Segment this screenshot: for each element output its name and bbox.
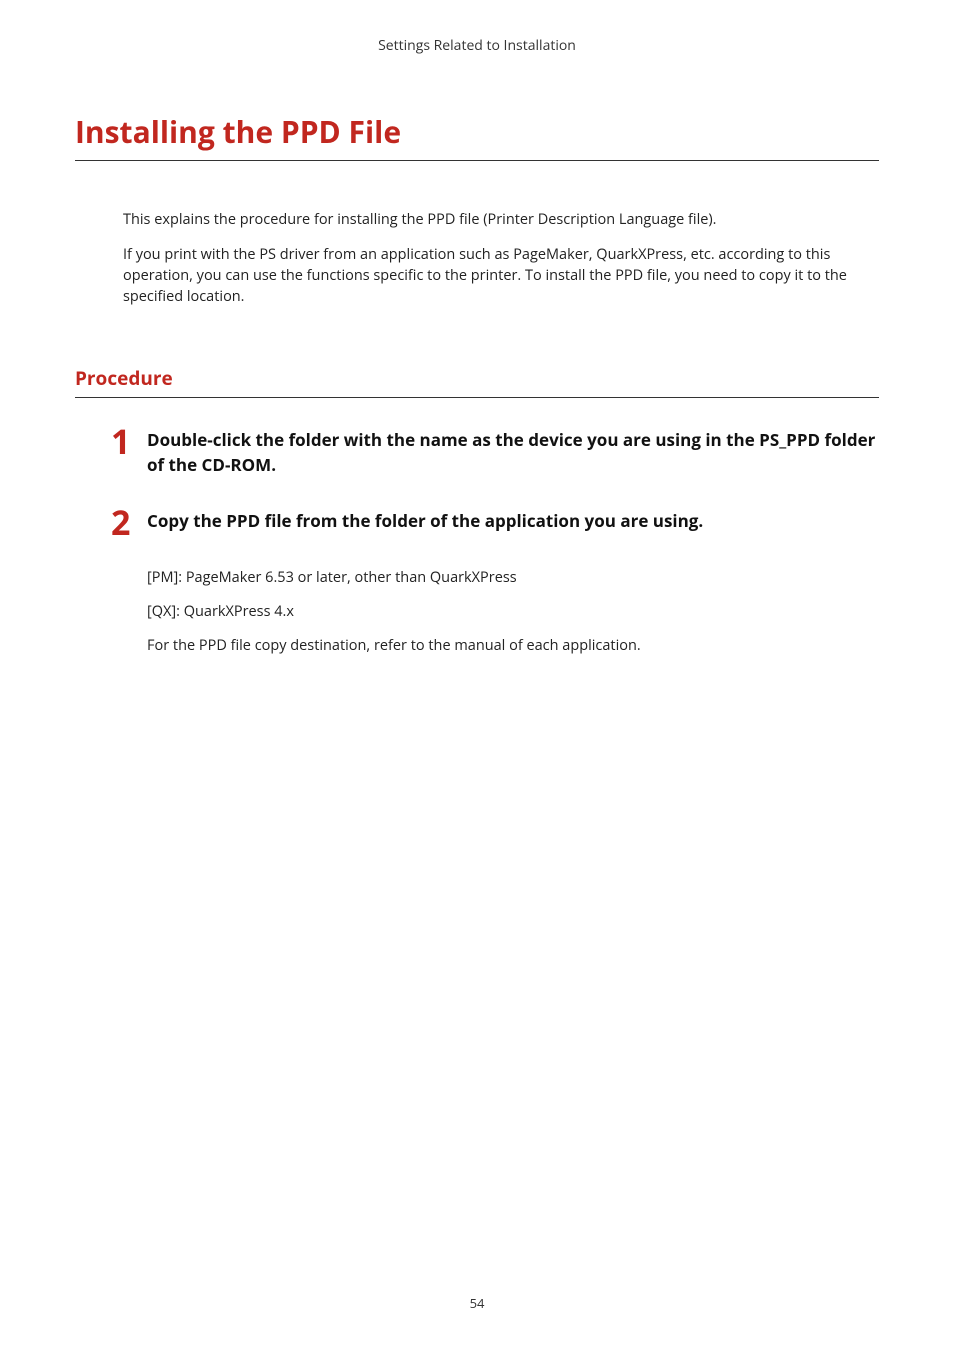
page-number: 54: [0, 1294, 954, 1312]
procedure-heading: Procedure: [75, 365, 879, 398]
step-number-2: 2: [111, 505, 147, 539]
step-2-line-3: For the PPD file copy destination, refer…: [147, 635, 879, 657]
step-2-line-1: [PM]: PageMaker 6.53 or later, other tha…: [147, 567, 879, 589]
page-title: Installing the PPD File: [75, 111, 879, 161]
intro-paragraph-2: If you print with the PS driver from an …: [123, 244, 879, 307]
step-2: 2 Copy the PPD file from the folder of t…: [111, 509, 879, 539]
step-number-1: 1: [111, 424, 147, 458]
intro-paragraph-1: This explains the procedure for installi…: [123, 209, 879, 230]
running-header: Settings Related to Installation: [75, 36, 879, 55]
page-content: Settings Related to Installation Install…: [0, 0, 954, 657]
step-2-body: [PM]: PageMaker 6.53 or later, other tha…: [147, 567, 879, 656]
step-title-1: Double-click the folder with the name as…: [147, 428, 879, 477]
step-2-line-2: [QX]: QuarkXPress 4.x: [147, 601, 879, 623]
step-1: 1 Double-click the folder with the name …: [111, 428, 879, 477]
step-title-2: Copy the PPD file from the folder of the…: [147, 509, 703, 534]
intro-block: This explains the procedure for installi…: [123, 209, 879, 307]
